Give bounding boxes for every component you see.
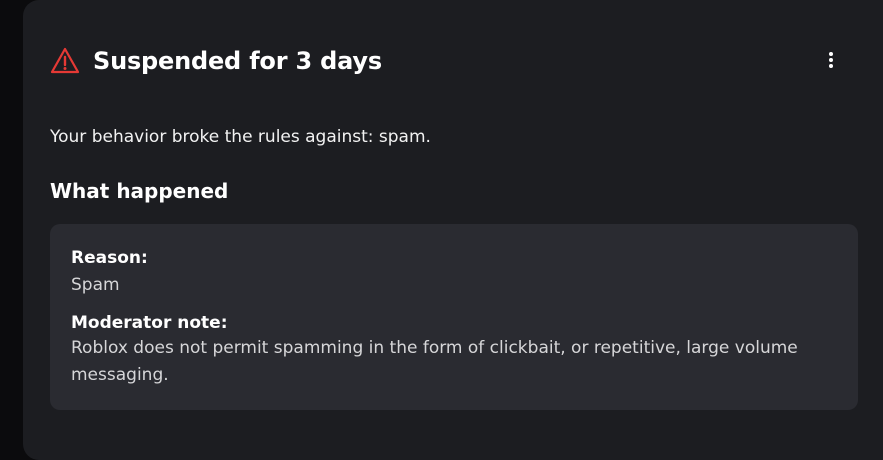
warning-triangle-icon xyxy=(50,46,80,76)
reason-label: Reason: xyxy=(71,248,148,268)
moderator-note-value: Roblox does not permit spamming in the f… xyxy=(71,338,798,385)
section-title-what-happened: What happened xyxy=(50,179,229,203)
violation-summary: Your behavior broke the rules against: s… xyxy=(50,127,431,147)
moderation-panel: Suspended for 3 days Your behavior broke… xyxy=(23,0,883,460)
reason-value: Spam xyxy=(71,275,120,295)
page-title: Suspended for 3 days xyxy=(93,47,382,75)
details-card: Reason: Spam Moderator note: Roblox does… xyxy=(50,224,858,410)
panel-header: Suspended for 3 days xyxy=(50,46,382,76)
more-options-button[interactable] xyxy=(819,50,843,74)
moderator-note-label: Moderator note: xyxy=(71,313,228,333)
more-vertical-icon xyxy=(828,51,834,73)
